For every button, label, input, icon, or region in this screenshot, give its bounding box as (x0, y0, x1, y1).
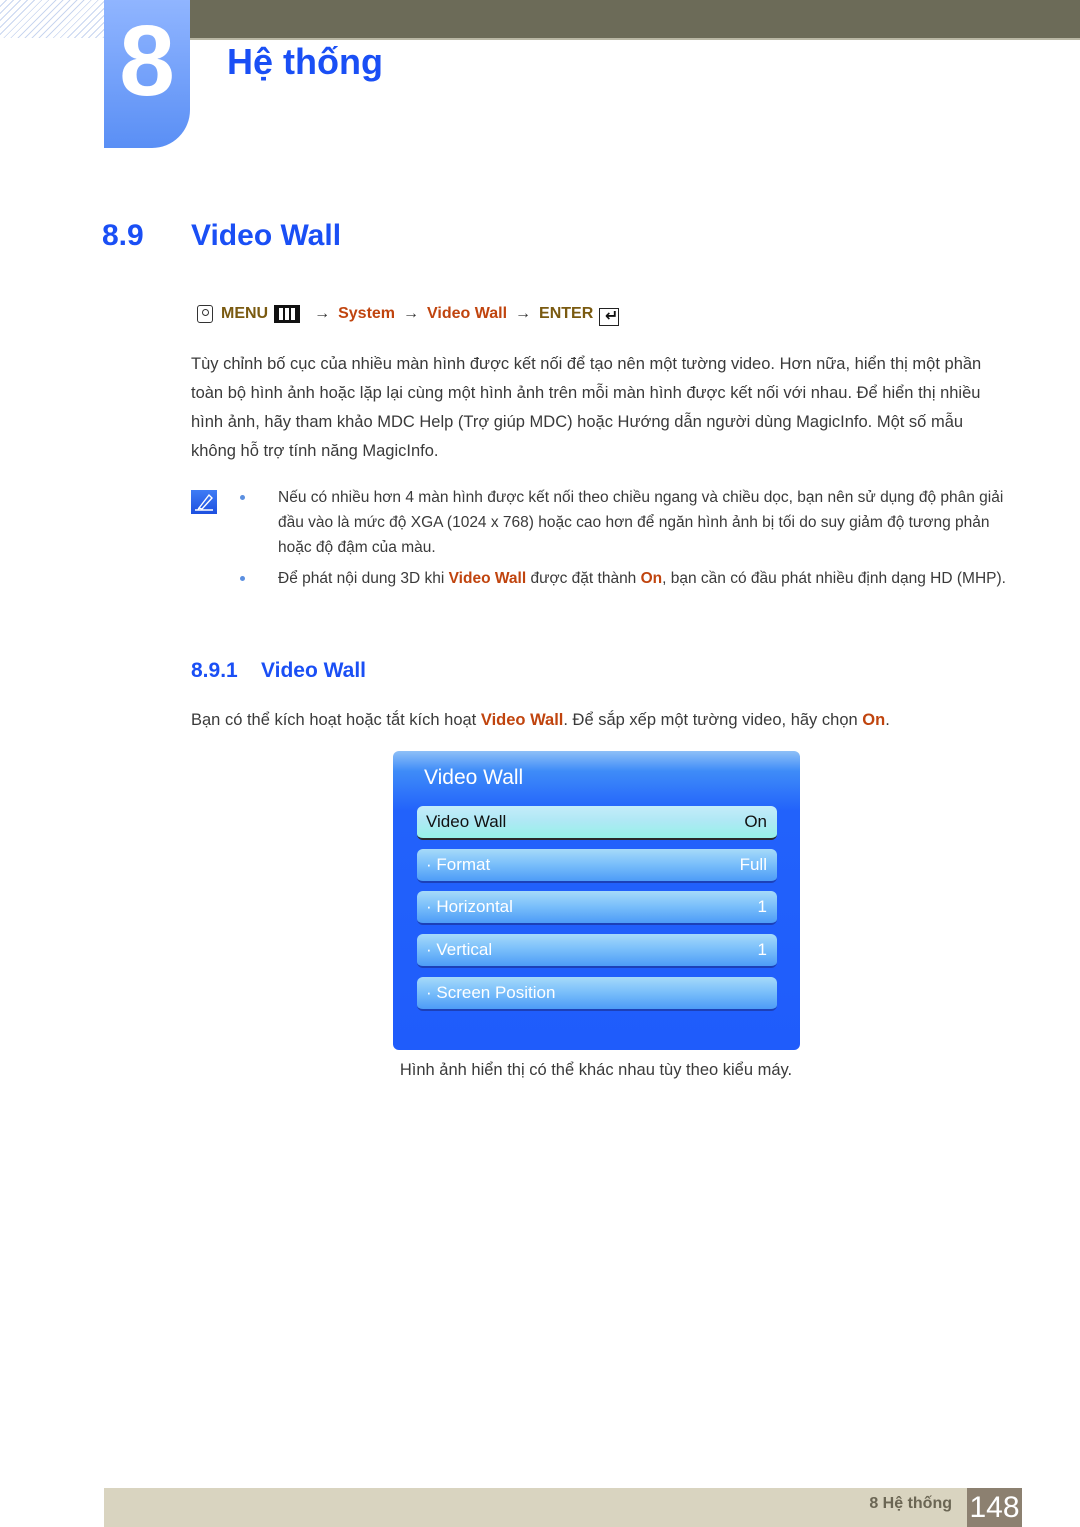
chapter-title: Hệ thống (227, 41, 383, 82)
arrow-icon: → (403, 305, 420, 322)
subsection-number: 8.9.1 (191, 659, 238, 682)
page-footer: 8 Hệ thống 148 (104, 1488, 1022, 1527)
menu-path: MENU → System → Video Wall → ENTER (197, 302, 620, 326)
image-caption: Hình ảnh hiển thị có thể khác nhau tùy t… (399, 1061, 793, 1079)
osd-row-vertical[interactable]: · Vertical 1 (417, 934, 777, 968)
menu-step-video-wall: Video Wall (427, 305, 508, 322)
header-band (190, 0, 1080, 40)
header-hatch-decoration (0, 0, 104, 38)
chapter-number: 8 (119, 5, 175, 117)
note-text-prefix: Để phát nội dung 3D khi (278, 570, 449, 587)
highlight-video-wall: Video Wall (480, 711, 564, 729)
osd-row-label: · Horizontal (426, 897, 513, 916)
remote-hand-icon (197, 305, 213, 323)
osd-row-label: Video Wall (426, 812, 507, 831)
note-text-mid: được đặt thành (526, 570, 641, 587)
note-text: Nếu có nhiều hơn 4 màn hình được kết nối… (278, 489, 1004, 556)
menu-bars-icon (274, 305, 301, 323)
subsection-title: Video Wall (261, 659, 367, 682)
arrow-icon: → (314, 305, 331, 322)
menu-label: MENU (221, 305, 269, 322)
para-suffix: . (885, 711, 890, 729)
osd-row-video-wall[interactable]: Video Wall On (417, 806, 777, 840)
osd-row-screen-position[interactable]: · Screen Position (417, 977, 777, 1011)
section-number: 8.9 (102, 219, 144, 252)
note-item: Nếu có nhiều hơn 4 màn hình được kết nối… (240, 485, 1010, 560)
bullet-icon (240, 576, 245, 581)
bullet-icon (240, 495, 245, 500)
para-mid: . Để sắp xếp một tường video, hãy chọn (563, 711, 863, 729)
osd-row-value: On (744, 812, 767, 831)
para-prefix: Bạn có thể kích hoạt hoặc tắt kích hoạt (191, 711, 481, 729)
notes-list: Nếu có nhiều hơn 4 màn hình được kết nối… (240, 485, 1010, 597)
section-title: Video Wall (191, 219, 342, 252)
highlight-video-wall: Video Wall (448, 570, 527, 587)
note-text-suffix: , bạn cần có đầu phát nhiều định dạng HD… (662, 570, 1006, 587)
arrow-icon: → (515, 305, 532, 322)
menu-step-system: System (338, 305, 396, 322)
footer-chapter-label: 8 Hệ thống (869, 1495, 952, 1512)
osd-row-value: 1 (757, 897, 767, 916)
highlight-on: On (640, 570, 663, 587)
chapter-badge: 8 (104, 0, 190, 148)
enter-label: ENTER (539, 305, 594, 322)
highlight-on: On (862, 711, 886, 729)
osd-row-label: · Vertical (426, 940, 493, 959)
enter-return-icon (599, 306, 620, 326)
osd-row-label: · Format (426, 855, 491, 874)
note-pencil-icon (191, 490, 217, 514)
intro-paragraph: Tùy chỉnh bố cục của nhiều màn hình được… (191, 355, 982, 460)
note-item: Để phát nội dung 3D khi Video Wall được … (240, 566, 1010, 591)
osd-row-value: Full (739, 855, 767, 874)
osd-row-value: 1 (757, 940, 767, 959)
osd-row-horizontal[interactable]: · Horizontal 1 (417, 891, 777, 925)
osd-title: Video Wall (424, 766, 524, 789)
osd-row-format[interactable]: · Format Full (417, 849, 777, 883)
osd-row-label: · Screen Position (426, 983, 556, 1002)
subsection-paragraph: Bạn có thể kích hoạt hoặc tắt kích hoạt … (191, 706, 1011, 735)
osd-video-wall-menu: Video Wall Video Wall On · Format Full ·… (393, 751, 800, 1050)
page-number: 148 (967, 1488, 1022, 1527)
